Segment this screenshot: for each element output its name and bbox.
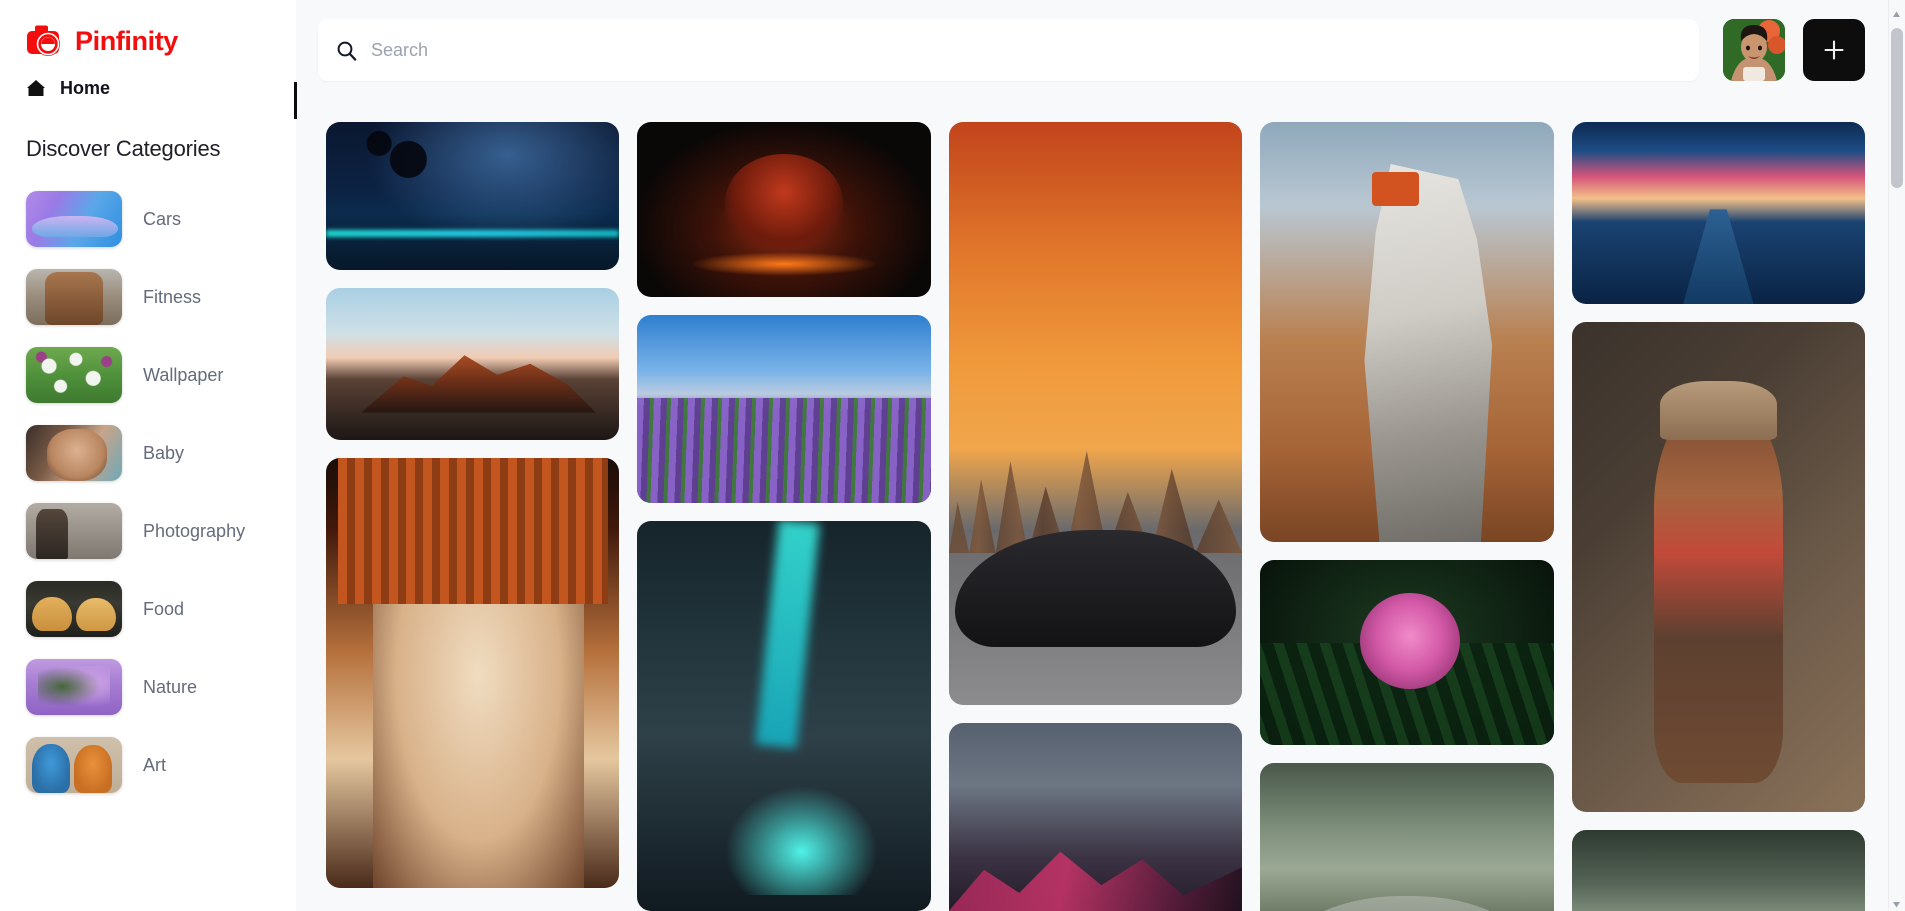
- pin-card[interactable]: [1571, 122, 1866, 304]
- pin-image: [637, 521, 931, 911]
- top-bar: [296, 0, 1905, 100]
- search-input[interactable]: [371, 39, 1681, 61]
- scroll-up-arrow-icon[interactable]: [1892, 6, 1901, 17]
- discover-categories-title: Discover Categories: [26, 136, 221, 161]
- pin-card[interactable]: [326, 122, 620, 270]
- app-root: Pinfinity Home Discover Categories Cars F…: [0, 0, 1905, 911]
- sidebar-item-cars[interactable]: Cars: [0, 180, 296, 258]
- masonry-column: [1260, 122, 1554, 911]
- pin-card[interactable]: [1260, 560, 1554, 745]
- masonry-column: [326, 122, 620, 888]
- pin-image: [1571, 122, 1866, 304]
- add-pin-button[interactable]: [1803, 19, 1865, 81]
- scrollbar-thumb[interactable]: [1891, 28, 1903, 188]
- category-thumbnail: [26, 425, 122, 481]
- masonry-column: [1571, 122, 1866, 911]
- category-label: Cars: [143, 208, 182, 229]
- pin-card[interactable]: [1571, 322, 1866, 812]
- pin-image: [326, 122, 620, 270]
- plus-icon: [1823, 39, 1845, 61]
- masonry-column: [637, 122, 931, 911]
- main-content: [296, 0, 1905, 911]
- masonry-columns: [326, 122, 1866, 911]
- sidebar: Pinfinity Home Discover Categories Cars F…: [0, 0, 296, 911]
- pin-image: [1571, 830, 1866, 911]
- masonry-column: [948, 122, 1243, 911]
- sidebar-item-food[interactable]: Food: [0, 570, 296, 648]
- pin-card[interactable]: [326, 288, 620, 440]
- home-icon: [26, 79, 46, 97]
- sidebar-item-nature[interactable]: Nature: [0, 648, 296, 726]
- pin-image: [948, 122, 1243, 705]
- brand-name: Pinfinity: [75, 25, 178, 56]
- category-thumbnail: [26, 269, 122, 325]
- pin-image: [637, 315, 931, 503]
- search-icon: [336, 40, 357, 61]
- pin-image: [1260, 763, 1554, 911]
- pin-board: [296, 100, 1905, 911]
- pin-image: [1260, 122, 1554, 542]
- avatar[interactable]: [1723, 19, 1785, 81]
- pin-card[interactable]: [1260, 763, 1554, 911]
- pin-card[interactable]: [637, 315, 931, 503]
- scroll-down-arrow-icon[interactable]: [1892, 896, 1901, 908]
- pin-image: [1260, 560, 1554, 745]
- pin-image: [326, 288, 620, 440]
- page-scrollbar[interactable]: [1888, 0, 1905, 911]
- category-thumbnail: [26, 737, 122, 793]
- category-label: Fitness: [143, 286, 202, 307]
- pin-image: [1571, 322, 1866, 812]
- category-label: Nature: [143, 676, 198, 697]
- pin-card[interactable]: [948, 122, 1243, 705]
- sidebar-item-baby[interactable]: Baby: [0, 414, 296, 492]
- brand-logo-area[interactable]: Pinfinity: [0, 0, 296, 60]
- category-label: Photography: [143, 520, 246, 541]
- category-label: Art: [143, 754, 167, 775]
- pin-card[interactable]: [948, 723, 1243, 911]
- pin-card[interactable]: [1571, 830, 1866, 911]
- pin-card[interactable]: [637, 122, 931, 297]
- pin-card[interactable]: [326, 458, 620, 888]
- category-thumbnail: [26, 503, 122, 559]
- sidebar-item-wallpaper[interactable]: Wallpaper: [0, 336, 296, 414]
- category-thumbnail: [26, 191, 122, 247]
- camera-icon: [26, 24, 66, 58]
- category-list: Cars Fitness Wallpaper Baby Photography Food N…: [0, 180, 296, 804]
- search-bar[interactable]: [318, 19, 1699, 81]
- pin-card[interactable]: [637, 521, 931, 911]
- category-label: Wallpaper: [143, 364, 224, 385]
- sidebar-item-home[interactable]: Home: [0, 60, 296, 102]
- sidebar-item-photography[interactable]: Photography: [0, 492, 296, 570]
- category-label: Food: [143, 598, 185, 619]
- pin-image: [637, 122, 931, 297]
- sidebar-item-fitness[interactable]: Fitness: [0, 258, 296, 336]
- sidebar-item-art[interactable]: Art: [0, 726, 296, 804]
- category-thumbnail: [26, 347, 122, 403]
- category-label: Baby: [143, 442, 185, 463]
- sidebar-item-home-label: Home: [60, 77, 111, 98]
- pin-card[interactable]: [1260, 122, 1554, 542]
- category-thumbnail: [26, 581, 122, 637]
- pin-image: [326, 458, 620, 888]
- pin-image: [948, 723, 1243, 911]
- text-cursor-caret: [294, 82, 297, 119]
- category-thumbnail: [26, 659, 122, 715]
